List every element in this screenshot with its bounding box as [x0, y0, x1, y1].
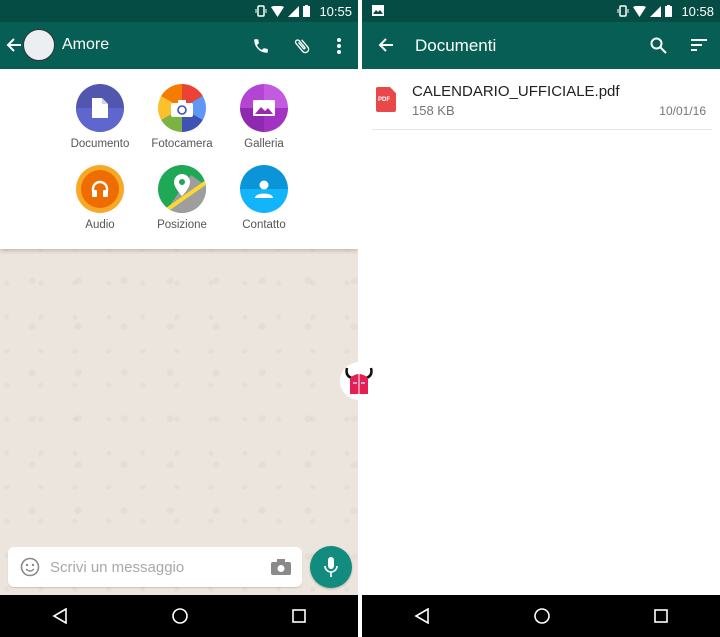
wifi-icon: [633, 5, 646, 17]
camera-icon: [171, 99, 193, 117]
pdf-file-icon: PDF: [376, 87, 396, 112]
signal-icon: [288, 5, 299, 17]
attach-menu: Documento Fotocamera Galleria Audio Posi…: [0, 69, 358, 249]
file-date: 10/01/16: [659, 104, 706, 118]
vibrate-icon: [617, 5, 629, 17]
battery-icon: [665, 5, 672, 17]
headphones-icon: [91, 180, 109, 197]
file-list-item[interactable]: PDF CALENDARIO_UFFICIALE.pdf 158 KB 10/0…: [362, 70, 720, 130]
chat-app-bar: Amore: [0, 22, 358, 69]
sort-icon[interactable]: [691, 39, 707, 51]
vibrate-icon: [255, 5, 267, 17]
signal-icon: [650, 5, 661, 17]
nav-recents-icon[interactable]: [292, 609, 306, 623]
voice-record-button[interactable]: [310, 546, 352, 588]
nav-home-icon[interactable]: [534, 608, 550, 624]
attach-document-label: Documento: [70, 138, 130, 150]
list-divider: [372, 129, 712, 130]
watermark-logo: [340, 362, 378, 400]
status-bar: 10:55: [0, 0, 358, 22]
nav-home-icon[interactable]: [172, 608, 188, 624]
attach-gallery-button[interactable]: Galleria: [219, 84, 309, 150]
search-icon[interactable]: [650, 37, 667, 54]
attach-document-button[interactable]: Documento: [55, 84, 145, 150]
gallery-icon: [253, 100, 275, 116]
attach-contact-button[interactable]: Contatto: [219, 165, 309, 231]
system-nav-bar: [0, 595, 358, 637]
documents-app-bar: Documenti: [362, 22, 720, 69]
pdf-badge: PDF: [378, 97, 390, 103]
location-icon: [174, 174, 190, 196]
message-composer[interactable]: Scrivi un messaggio: [8, 547, 302, 587]
status-bar: 10:58: [362, 0, 720, 22]
attach-location-button[interactable]: Posizione: [137, 165, 227, 231]
page-title: Documenti: [415, 36, 497, 55]
attach-gallery-label: Galleria: [244, 138, 284, 150]
file-name: CALENDARIO_UFFICIALE.pdf: [412, 83, 620, 100]
battery-icon: [303, 5, 310, 17]
more-vert-icon[interactable]: [336, 37, 342, 55]
back-arrow-icon[interactable]: [6, 37, 22, 53]
emoji-icon[interactable]: [20, 557, 40, 577]
system-nav-bar: [362, 595, 720, 637]
viking-helmet-icon: [345, 367, 373, 394]
attach-contact-label: Contatto: [242, 219, 286, 231]
camera-icon[interactable]: [271, 559, 291, 575]
documents-screen: 10:58 Documenti PDF CALENDARIO_UFFICIALE…: [362, 0, 720, 637]
image-notification-icon: [372, 5, 384, 16]
attach-camera-button[interactable]: Fotocamera: [137, 84, 227, 150]
message-input[interactable]: Scrivi un messaggio: [50, 559, 184, 576]
attach-camera-label: Fotocamera: [151, 138, 213, 150]
paperclip-icon[interactable]: [292, 36, 312, 56]
attach-audio-label: Audio: [85, 219, 115, 231]
attach-audio-button[interactable]: Audio: [55, 165, 145, 231]
phone-icon[interactable]: [252, 37, 270, 55]
contact-avatar[interactable]: [23, 29, 55, 61]
nav-back-icon[interactable]: [52, 608, 68, 624]
file-size: 158 KB: [412, 103, 455, 118]
nav-back-icon[interactable]: [414, 608, 430, 624]
chat-screen: 10:55 Amore Documento Fotocamera Galleri…: [0, 0, 358, 637]
contact-name[interactable]: Amore: [62, 36, 109, 54]
wifi-icon: [271, 5, 284, 17]
document-icon: [92, 98, 108, 118]
back-arrow-icon[interactable]: [378, 37, 394, 53]
attach-location-label: Posizione: [157, 219, 207, 231]
status-time: 10:58: [681, 4, 714, 19]
microphone-icon: [324, 557, 338, 577]
contact-icon: [255, 180, 273, 198]
nav-recents-icon[interactable]: [654, 609, 668, 623]
status-time: 10:55: [319, 4, 352, 19]
